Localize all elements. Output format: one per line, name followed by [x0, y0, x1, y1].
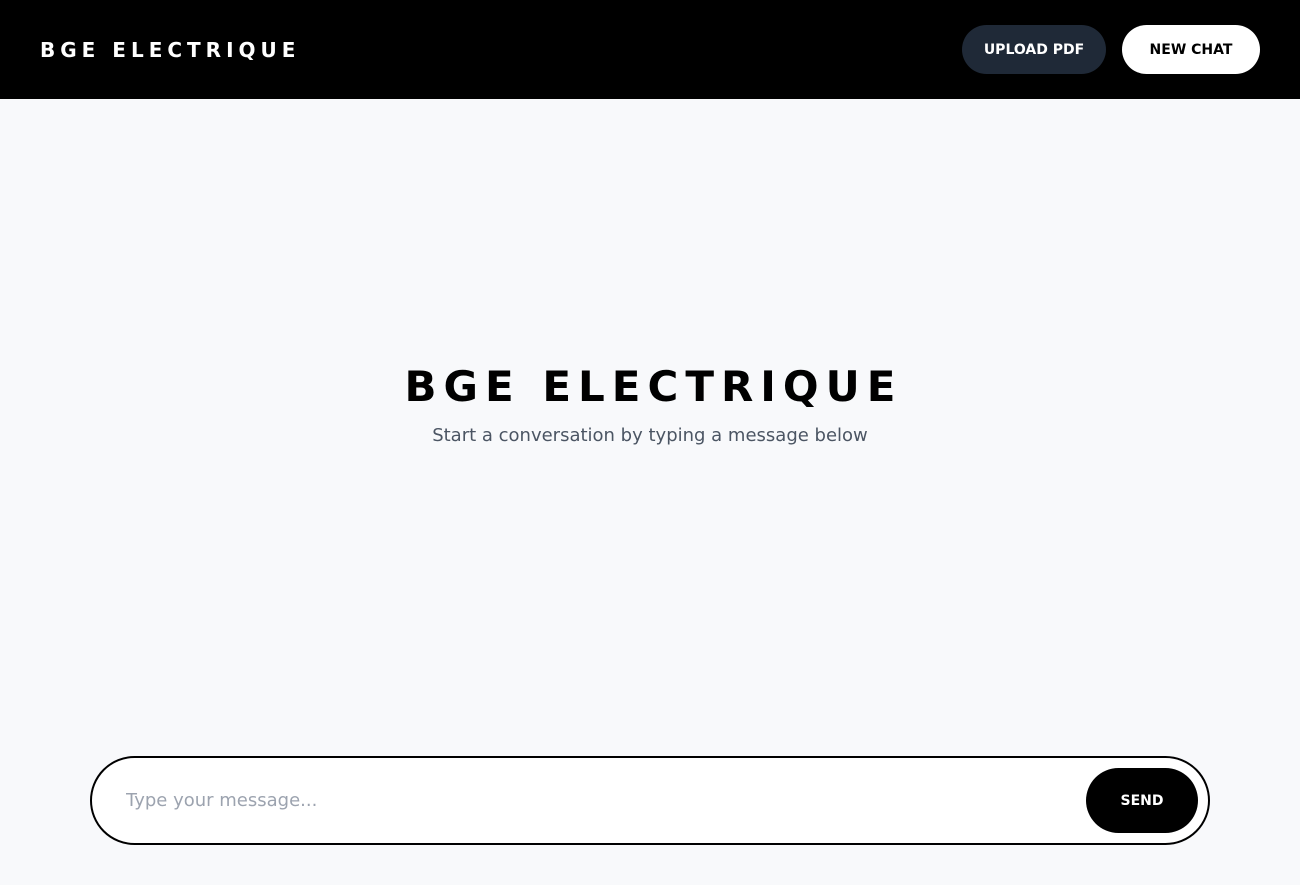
brand-logo-text: BGE ELECTRIQUE — [40, 37, 301, 62]
top-header: BGE ELECTRIQUE UPLOAD PDF NEW CHAT — [0, 0, 1300, 99]
empty-state-subtitle: Start a conversation by typing a message… — [432, 425, 868, 446]
header-actions: UPLOAD PDF NEW CHAT — [962, 25, 1260, 74]
empty-state: BGE ELECTRIQUE Start a conversation by t… — [0, 362, 1300, 446]
message-input[interactable] — [126, 790, 1086, 811]
send-button[interactable]: SEND — [1086, 768, 1198, 833]
page-title: BGE ELECTRIQUE — [404, 362, 903, 411]
message-composer: SEND — [90, 756, 1210, 845]
upload-pdf-button[interactable]: UPLOAD PDF — [962, 25, 1106, 74]
new-chat-button[interactable]: NEW CHAT — [1122, 25, 1260, 74]
